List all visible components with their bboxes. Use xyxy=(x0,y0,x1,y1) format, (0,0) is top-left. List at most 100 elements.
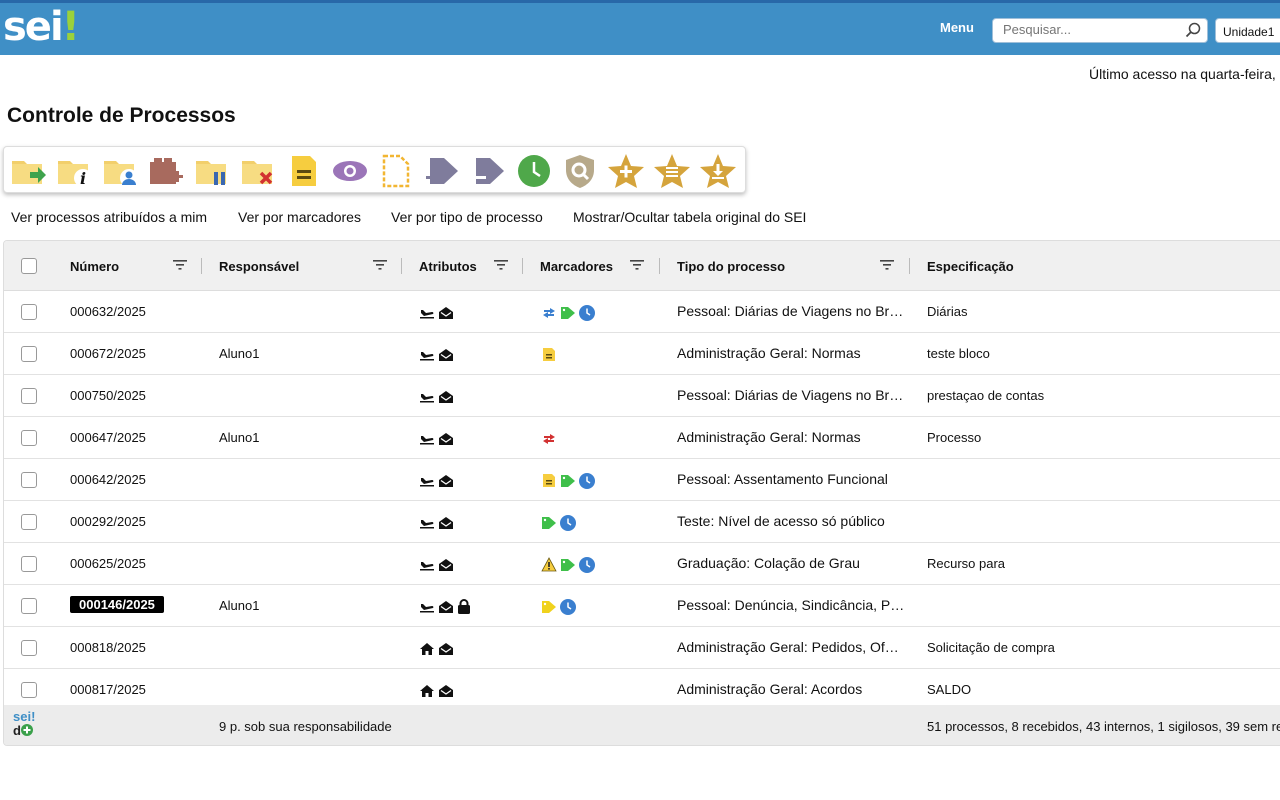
home-icon[interactable] xyxy=(419,682,438,699)
process-info-icon[interactable]: i xyxy=(54,152,94,190)
list-favorites-icon[interactable] xyxy=(652,152,692,190)
column-atributos[interactable]: Atributos xyxy=(419,259,477,274)
column-especificacao[interactable]: Especificação xyxy=(927,259,1014,274)
filter-by-process-type[interactable]: Ver por tipo de processo xyxy=(391,209,543,225)
search-box[interactable] xyxy=(992,18,1208,43)
process-number-link[interactable]: 000672/2025 xyxy=(70,346,146,361)
add-favorite-icon[interactable] xyxy=(606,152,646,190)
send-process-icon[interactable] xyxy=(8,152,48,190)
annotation-note-icon[interactable] xyxy=(541,472,560,489)
open-envelope-icon[interactable] xyxy=(438,682,457,699)
column-responsavel[interactable]: Responsável xyxy=(219,259,299,274)
download-favorites-icon[interactable] xyxy=(698,152,738,190)
clock-icon[interactable] xyxy=(560,598,579,615)
table-row[interactable]: 000672/2025 Aluno1 Administração Geral: No… xyxy=(4,333,1280,375)
open-envelope-icon[interactable] xyxy=(438,556,457,573)
warning-icon[interactable] xyxy=(541,556,560,573)
sei-logo[interactable]: sei! xyxy=(3,5,80,49)
column-tipo[interactable]: Tipo do processo xyxy=(677,259,785,274)
process-number-link[interactable]: 000146/2025 xyxy=(70,596,164,613)
transfer-arrows-icon[interactable] xyxy=(541,304,560,321)
process-number-link[interactable]: 000750/2025 xyxy=(70,388,146,403)
toggle-original-table[interactable]: Mostrar/Ocultar tabela original do SEI xyxy=(573,209,806,225)
open-envelope-icon[interactable] xyxy=(438,514,457,531)
open-envelope-icon[interactable] xyxy=(438,430,457,447)
green-tag-icon[interactable] xyxy=(560,304,579,321)
row-checkbox[interactable] xyxy=(21,682,37,698)
column-marcadores[interactable]: Marcadores xyxy=(540,259,613,274)
open-envelope-icon[interactable] xyxy=(438,388,457,405)
received-icon[interactable] xyxy=(419,388,438,405)
lock-icon[interactable] xyxy=(457,598,474,615)
select-all-checkbox[interactable] xyxy=(21,258,37,274)
clock-icon[interactable] xyxy=(579,472,598,489)
row-checkbox[interactable] xyxy=(21,556,37,572)
process-number-link[interactable]: 000632/2025 xyxy=(70,304,146,319)
home-icon[interactable] xyxy=(419,640,438,657)
clock-icon[interactable] xyxy=(579,304,598,321)
table-row[interactable]: 000632/2025 Pessoal: Diárias de Viagens n… xyxy=(4,291,1280,333)
green-tag-icon[interactable] xyxy=(560,556,579,573)
received-icon[interactable] xyxy=(419,304,438,321)
received-icon[interactable] xyxy=(419,556,438,573)
open-envelope-icon[interactable] xyxy=(438,346,457,363)
table-row[interactable]: 000750/2025 Pessoal: Diárias de Viagens n… xyxy=(4,375,1280,417)
filter-icon[interactable] xyxy=(173,259,187,271)
table-row[interactable]: 000818/2025 Administração Geral: Pedidos,… xyxy=(4,627,1280,669)
table-row[interactable]: 000292/2025 Teste: Nível de acesso só púb… xyxy=(4,501,1280,543)
table-row[interactable]: 000647/2025 Aluno1 Administração Geral: No… xyxy=(4,417,1280,459)
received-icon[interactable] xyxy=(419,430,438,447)
yellow-tag-icon[interactable] xyxy=(541,598,560,615)
column-numero[interactable]: Número xyxy=(70,259,119,274)
row-checkbox[interactable] xyxy=(21,388,37,404)
transfer-arrows-red-icon[interactable] xyxy=(541,430,560,447)
search-icon[interactable] xyxy=(1185,22,1201,38)
filter-icon[interactable] xyxy=(630,259,644,271)
search-input[interactable] xyxy=(1003,22,1173,37)
add-marker-icon[interactable] xyxy=(422,152,462,190)
delete-process-icon[interactable] xyxy=(238,152,278,190)
menu-link[interactable]: Menu xyxy=(940,20,974,35)
row-checkbox[interactable] xyxy=(21,430,37,446)
clock-icon[interactable] xyxy=(560,514,579,531)
annotation-icon[interactable] xyxy=(284,152,324,190)
unit-selector-button[interactable]: Unidade1 xyxy=(1215,18,1280,43)
received-icon[interactable] xyxy=(419,472,438,489)
process-number-link[interactable]: 000818/2025 xyxy=(70,640,146,655)
process-number-link[interactable]: 000647/2025 xyxy=(70,430,146,445)
filter-icon[interactable] xyxy=(373,259,387,271)
row-checkbox[interactable] xyxy=(21,304,37,320)
row-checkbox[interactable] xyxy=(21,514,37,530)
sei-mini-logo[interactable]: sei! d xyxy=(13,710,35,738)
search-shield-icon[interactable] xyxy=(560,152,600,190)
row-checkbox[interactable] xyxy=(21,346,37,362)
open-envelope-icon[interactable] xyxy=(438,598,457,615)
process-number-link[interactable]: 000625/2025 xyxy=(70,556,146,571)
filter-icon[interactable] xyxy=(494,259,508,271)
row-checkbox[interactable] xyxy=(21,640,37,656)
open-envelope-icon[interactable] xyxy=(438,472,457,489)
green-tag-icon[interactable] xyxy=(560,472,579,489)
green-tag-icon[interactable] xyxy=(541,514,560,531)
assign-user-icon[interactable] xyxy=(100,152,140,190)
clock-icon[interactable] xyxy=(579,556,598,573)
received-icon[interactable] xyxy=(419,346,438,363)
filter-icon[interactable] xyxy=(880,259,894,271)
open-envelope-icon[interactable] xyxy=(438,304,457,321)
process-number-link[interactable]: 000642/2025 xyxy=(70,472,146,487)
filter-by-markers[interactable]: Ver por marcadores xyxy=(238,209,361,225)
open-envelope-icon[interactable] xyxy=(438,640,457,657)
follow-icon[interactable] xyxy=(330,152,370,190)
filter-assigned-to-me[interactable]: Ver processos atribuídos a mim xyxy=(11,209,207,225)
deadline-icon[interactable] xyxy=(514,152,554,190)
new-document-icon[interactable] xyxy=(376,152,416,190)
table-row[interactable]: 000625/2025 Graduação: Colação de Grau Rec… xyxy=(4,543,1280,585)
process-number-link[interactable]: 000817/2025 xyxy=(70,682,146,697)
create-process-icon[interactable] xyxy=(146,152,186,190)
row-checkbox[interactable] xyxy=(21,472,37,488)
process-number-link[interactable]: 000292/2025 xyxy=(70,514,146,529)
table-row[interactable]: 000146/2025 Aluno1 Pessoal: Denúncia, Sind… xyxy=(4,585,1280,627)
annotation-note-icon[interactable] xyxy=(541,346,560,363)
row-checkbox[interactable] xyxy=(21,598,37,614)
received-icon[interactable] xyxy=(419,598,438,615)
